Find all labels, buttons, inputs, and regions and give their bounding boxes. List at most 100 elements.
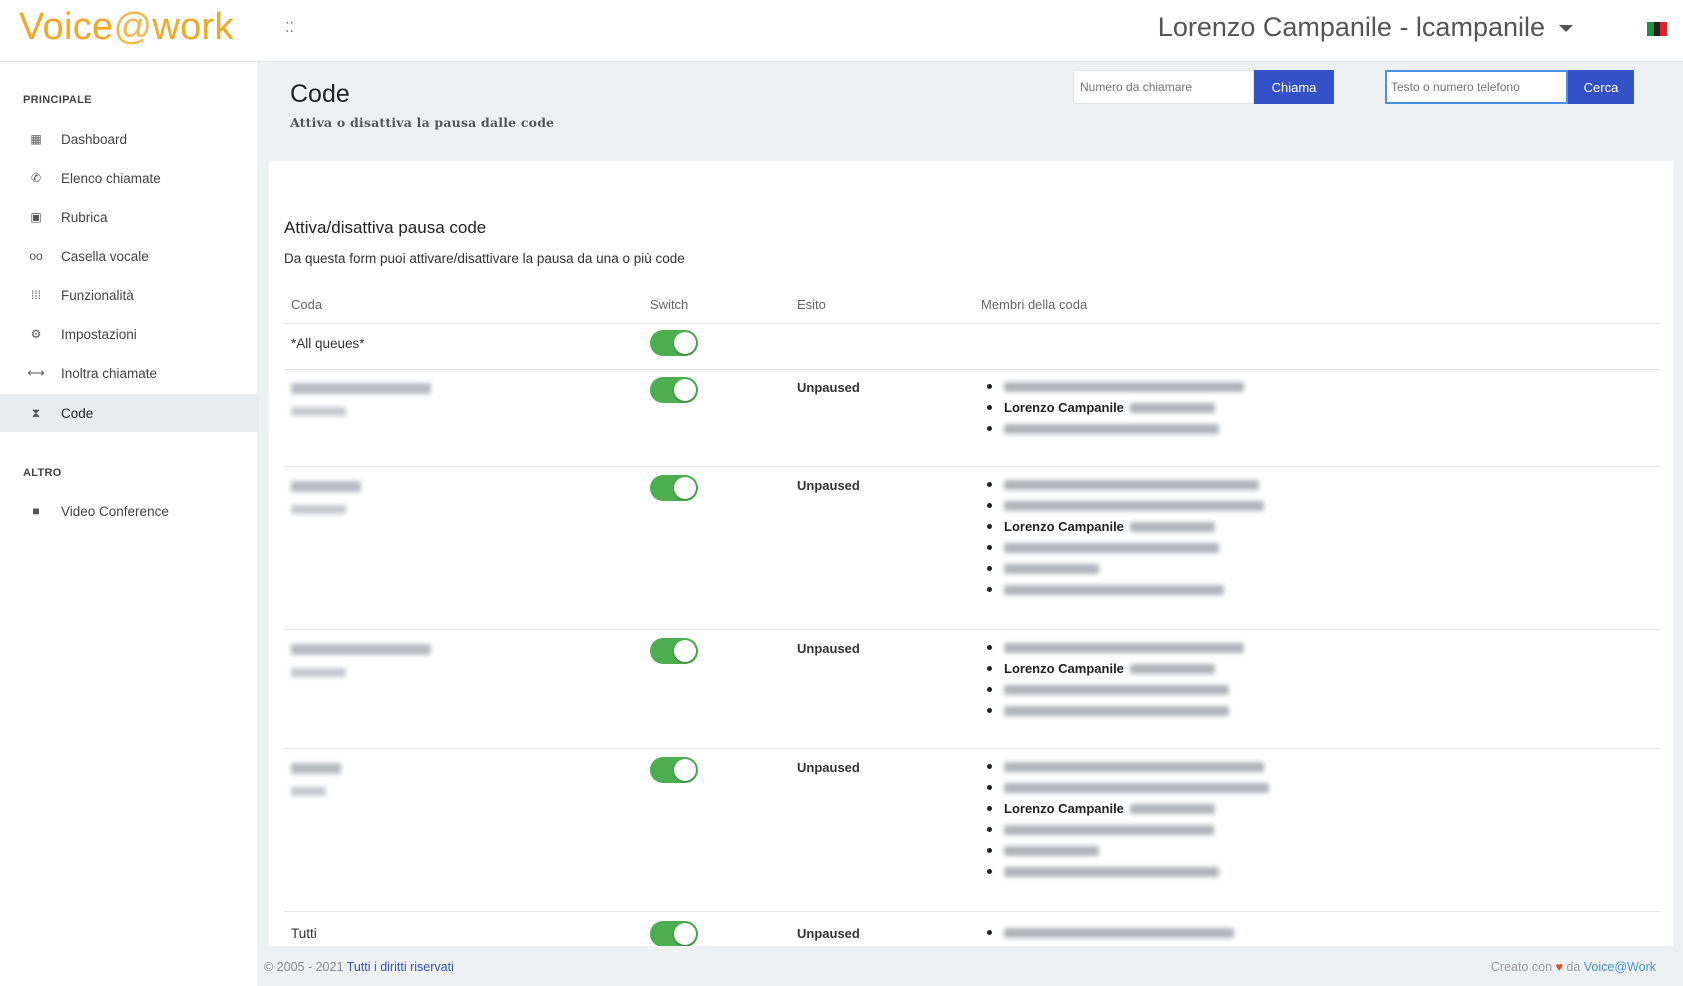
top-bar: Voice@work ⁚⁚ Lorenzo Campanile - lcampa… [0, 0, 1683, 62]
queue-name [291, 383, 431, 394]
table-divider [284, 629, 1661, 630]
list-item [987, 861, 1269, 882]
member-name: Lorenzo Campanile [1004, 519, 1124, 534]
heart-icon: ♥ [1555, 960, 1563, 974]
all-queues-label: *All queues* [291, 336, 365, 351]
sidebar-item-casella-vocale[interactable]: oo Casella vocale [0, 237, 259, 275]
queue-toggle[interactable] [650, 921, 698, 946]
sidebar-item-code[interactable]: ⧗ Code [0, 394, 259, 432]
member-name: Lorenzo Campanile [1004, 801, 1124, 816]
sidebar-item-label: Code [61, 405, 94, 421]
app-logo[interactable]: Voice@work [19, 6, 234, 49]
rights-link[interactable]: Tutti i diritti riservati [347, 960, 454, 974]
sidebar-item-dashboard[interactable]: ▦ Dashboard [0, 120, 259, 158]
table-divider [284, 748, 1661, 749]
search-button[interactable]: Cerca [1568, 70, 1634, 104]
column-header-members: Membri della coda [981, 297, 1088, 312]
sidebar-section-main: PRINCIPALE [23, 94, 92, 106]
column-header-switch: Switch [650, 297, 689, 312]
queue-extension [291, 787, 326, 796]
list-item [987, 840, 1269, 861]
menu-toggle-icon[interactable]: ⁚⁚ [285, 19, 294, 36]
list-item [987, 495, 1264, 516]
page-subtitle: Attiva o disattiva la pausa dalle code [290, 115, 555, 130]
sidebar-item-elenco-chiamate[interactable]: ✆ Elenco chiamate [0, 159, 259, 197]
sidebar-item-label: Funzionalità [61, 287, 134, 303]
list-item [987, 376, 1244, 397]
sidebar: PRINCIPALE ▦ Dashboard ✆ Elenco chiamate ▣ Ru… [0, 62, 259, 986]
list-item [987, 756, 1269, 777]
list-item [987, 418, 1244, 439]
sidebar-item-label: Impostazioni [61, 326, 137, 342]
queue-extension [291, 407, 346, 416]
member-name: Lorenzo Campanile [1004, 400, 1124, 415]
sidebar-item-inoltra-chiamate[interactable]: ⟷ Inoltra chiamate [0, 354, 259, 392]
call-button[interactable]: Chiama [1254, 70, 1334, 104]
sidebar-item-video-conference[interactable]: ■ Video Conference [0, 492, 259, 530]
table-divider [284, 323, 1661, 324]
table-divider [284, 466, 1661, 467]
phone-icon: ✆ [30, 171, 42, 185]
user-name: Lorenzo Campanile - lcampanile [1157, 12, 1545, 42]
table-divider [284, 369, 1661, 370]
queue-status: Unpaused [797, 760, 860, 775]
forward-icon: ⟷ [27, 366, 45, 380]
member-name: Lorenzo Campanile [1004, 661, 1124, 676]
sidebar-item-label: Dashboard [61, 131, 128, 147]
sidebar-item-label: Video Conference [61, 503, 169, 519]
user-menu[interactable]: Lorenzo Campanile - lcampanile [1158, 12, 1573, 43]
list-item: Lorenzo Campanile [987, 658, 1244, 679]
italian-flag-icon[interactable] [1647, 22, 1668, 36]
list-item [987, 579, 1264, 600]
sidebar-item-label: Casella vocale [61, 248, 149, 264]
card-title: Attiva/disattiva pausa code [284, 218, 487, 237]
queue-status: Unpaused [797, 641, 860, 656]
queue-members: Lorenzo Campanile [987, 376, 1244, 439]
queue-status: Unpaused [797, 380, 860, 395]
list-item [987, 537, 1264, 558]
queue-extension [291, 668, 346, 677]
list-item: Lorenzo Campanile [987, 798, 1269, 819]
list-item [987, 474, 1264, 495]
queue-name-all: Tutti [291, 926, 317, 941]
address-book-icon: ▣ [30, 210, 42, 224]
sidebar-item-rubrica[interactable]: ▣ Rubrica [0, 198, 259, 236]
all-queues-toggle[interactable] [650, 330, 698, 356]
caret-down-icon [1559, 25, 1573, 33]
queue-toggle[interactable] [650, 638, 698, 664]
list-item: Lorenzo Campanile [987, 397, 1244, 418]
video-icon: ■ [32, 504, 40, 518]
queue-name [291, 763, 341, 774]
card-description: Da questa form puoi attivare/disattivare… [284, 251, 685, 266]
page-title: Code [290, 80, 350, 108]
gear-icon: ⚙ [30, 327, 42, 341]
sidebar-item-impostazioni[interactable]: ⚙ Impostazioni [0, 315, 259, 353]
queue-toggle[interactable] [650, 757, 698, 783]
queue-toggle[interactable] [650, 377, 698, 403]
list-item: Lorenzo Campanile [987, 516, 1264, 537]
queue-status: Unpaused [797, 478, 860, 493]
queue-members: Lorenzo Campanile [987, 756, 1269, 882]
hourglass-icon: ⧗ [31, 405, 41, 420]
sidebar-item-label: Elenco chiamate [61, 170, 161, 186]
table-divider [284, 911, 1661, 912]
sidebar-item-label: Rubrica [61, 209, 108, 225]
list-item [987, 922, 1234, 943]
queue-members: Lorenzo Campanile [987, 637, 1244, 721]
queue-members [987, 922, 1234, 943]
queue-toggle[interactable] [650, 475, 698, 501]
dashboard-icon: ▦ [30, 132, 42, 146]
list-item [987, 637, 1244, 658]
queue-status: Unpaused [797, 926, 860, 941]
voicemail-icon: oo [29, 249, 43, 263]
queue-name [291, 481, 361, 492]
search-input[interactable] [1385, 70, 1568, 104]
footer-copyright: © 2005 - 2021 Tutti i diritti riservati [264, 960, 454, 974]
dial-number-input[interactable] [1073, 70, 1254, 104]
sidebar-item-label: Inoltra chiamate [61, 365, 158, 381]
sidebar-item-funzionalit-[interactable]: ⁞⁞⁞ Funzionalità [0, 276, 259, 314]
list-item [987, 819, 1269, 840]
queues-card: Attiva/disattiva pausa code Da questa fo… [269, 161, 1673, 946]
list-item [987, 700, 1244, 721]
brand-link[interactable]: Voice@Work [1584, 960, 1656, 974]
